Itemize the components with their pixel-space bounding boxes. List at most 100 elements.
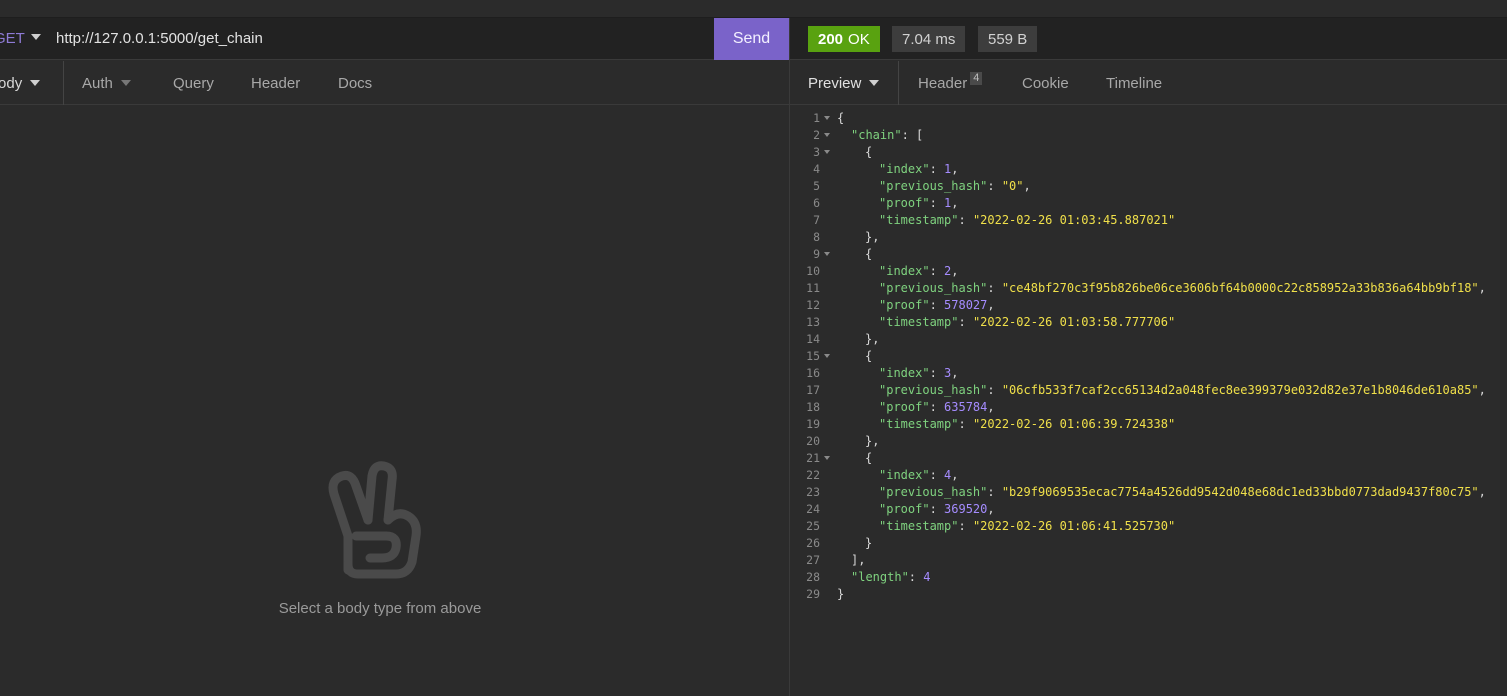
code-line: 15 {: [790, 348, 1507, 365]
tab-body-label: Body: [0, 74, 23, 92]
line-number: 4: [813, 162, 820, 176]
line-number: 17: [806, 383, 820, 397]
response-tabs: Preview Header 4 Cookie Timeline: [790, 61, 1507, 105]
json-string: "b29f9069535ecac7754a4526dd9542d048e68dc…: [1001, 485, 1479, 499]
fold-toggle-icon[interactable]: [824, 252, 830, 256]
json-string: "2022-02-26 01:03:45.887021": [972, 213, 1176, 227]
fold-toggle-icon[interactable]: [824, 456, 830, 460]
code-line: 11 "previous_hash": "ce48bf270c3f95b826be…: [790, 280, 1507, 297]
json-key: "timestamp": [879, 315, 959, 329]
tab-timeline[interactable]: Timeline: [1106, 61, 1162, 105]
fold-toggle-icon[interactable]: [824, 150, 830, 154]
code-text: },: [837, 433, 879, 450]
code-text: "index": 2,: [837, 263, 959, 280]
response-pane: 200 OK 7.04 ms 559 B Preview Header 4 Co…: [790, 18, 1507, 696]
code-text: "index": 1,: [837, 161, 959, 178]
json-key: "index": [879, 468, 930, 482]
line-number: 27: [806, 553, 820, 567]
url-input[interactable]: http://127.0.0.1:5000/get_chain: [56, 30, 263, 47]
code-line: 12 "proof": 578027,: [790, 297, 1507, 314]
tab-query[interactable]: Query: [173, 61, 214, 105]
chevron-down-icon: [869, 80, 880, 86]
json-brace: {: [865, 349, 873, 363]
code-text: "index": 3,: [837, 365, 959, 382]
json-key: "timestamp": [879, 417, 959, 431]
response-size-badge: 559 B: [978, 26, 1038, 52]
json-punct: ,: [1478, 281, 1486, 295]
json-punct: :: [929, 162, 945, 176]
status-text: OK: [848, 30, 870, 48]
json-key: "timestamp": [879, 519, 959, 533]
code-line: 4 "index": 1,: [790, 161, 1507, 178]
code-text: },: [837, 331, 879, 348]
json-punct: :: [987, 179, 1002, 193]
json-key: "proof": [879, 400, 930, 414]
json-brace: {: [865, 145, 873, 159]
tab-header[interactable]: Header: [251, 61, 300, 105]
line-number: 22: [806, 468, 820, 482]
line-number: 8: [813, 230, 820, 244]
tab-response-header[interactable]: Header 4: [918, 61, 983, 105]
fold-toggle-icon[interactable]: [824, 133, 830, 137]
code-text: {: [837, 450, 872, 467]
json-brace: }: [865, 536, 873, 550]
method-dropdown-icon[interactable]: [31, 34, 41, 40]
code-line: 16 "index": 3,: [790, 365, 1507, 382]
json-punct: :: [987, 281, 1002, 295]
json-punct: ],: [851, 553, 866, 567]
json-punct: :: [929, 502, 945, 516]
json-key: "previous_hash": [879, 383, 988, 397]
line-number: 19: [806, 417, 820, 431]
code-line: 13 "timestamp": "2022-02-26 01:03:58.7777…: [790, 314, 1507, 331]
json-punct: ,: [951, 196, 959, 210]
method-selector[interactable]: GET: [0, 30, 25, 47]
tab-cookie-label: Cookie: [1022, 74, 1069, 92]
code-line: 10 "index": 2,: [790, 263, 1507, 280]
tab-preview[interactable]: Preview: [808, 61, 880, 105]
line-number: 28: [806, 570, 820, 584]
code-text: {: [837, 246, 872, 263]
tab-cookie[interactable]: Cookie: [1022, 61, 1069, 105]
code-text: "proof": 1,: [837, 195, 959, 212]
code-text: {: [837, 348, 872, 365]
code-text: "proof": 635784,: [837, 399, 995, 416]
line-number: 12: [806, 298, 820, 312]
send-button[interactable]: Send: [714, 18, 789, 60]
code-line: 23 "previous_hash": "b29f9069535ecac7754a…: [790, 484, 1507, 501]
code-text: {: [837, 144, 872, 161]
code-text: "previous_hash": "b29f9069535ecac7754a45…: [837, 484, 1486, 501]
response-body-viewer[interactable]: 1{2 "chain": [3{4 "index": 1, 5 "previous_ha…: [790, 110, 1507, 603]
line-number: 11: [806, 281, 820, 295]
tab-auth[interactable]: Auth: [82, 61, 131, 105]
code-text: "previous_hash": "ce48bf270c3f95b826be06…: [837, 280, 1486, 297]
code-line: 21 {: [790, 450, 1507, 467]
json-number: 4: [923, 570, 931, 584]
json-key: "index": [879, 366, 930, 380]
code-line: 24 "proof": 369520,: [790, 501, 1507, 518]
line-number: 21: [806, 451, 820, 465]
fold-toggle-icon[interactable]: [824, 116, 830, 120]
code-text: "proof": 578027,: [837, 297, 995, 314]
json-key: "length": [851, 570, 909, 584]
json-punct: ,: [951, 264, 959, 278]
fold-toggle-icon[interactable]: [824, 354, 830, 358]
code-text: "previous_hash": "0",: [837, 178, 1031, 195]
json-brace: }: [837, 587, 845, 601]
json-brace: {: [837, 111, 845, 125]
json-punct: ,: [1478, 383, 1486, 397]
tab-docs[interactable]: Docs: [338, 61, 372, 105]
code-line: 27],: [790, 552, 1507, 569]
url-bar: GET http://127.0.0.1:5000/get_chain Send: [0, 18, 789, 60]
code-line: 7 "timestamp": "2022-02-26 01:03:45.88702…: [790, 212, 1507, 229]
code-text: "length": 4: [837, 569, 930, 586]
line-number: 5: [813, 179, 820, 193]
json-brace: },: [865, 434, 880, 448]
tab-query-label: Query: [173, 74, 214, 92]
tab-preview-label: Preview: [808, 74, 862, 92]
tab-body[interactable]: Body: [0, 61, 41, 105]
json-punct: :: [958, 417, 973, 431]
header-count-badge: 4: [970, 71, 983, 85]
line-number: 9: [813, 247, 820, 261]
window-top-strip: [0, 0, 1507, 18]
code-line: 9{: [790, 246, 1507, 263]
